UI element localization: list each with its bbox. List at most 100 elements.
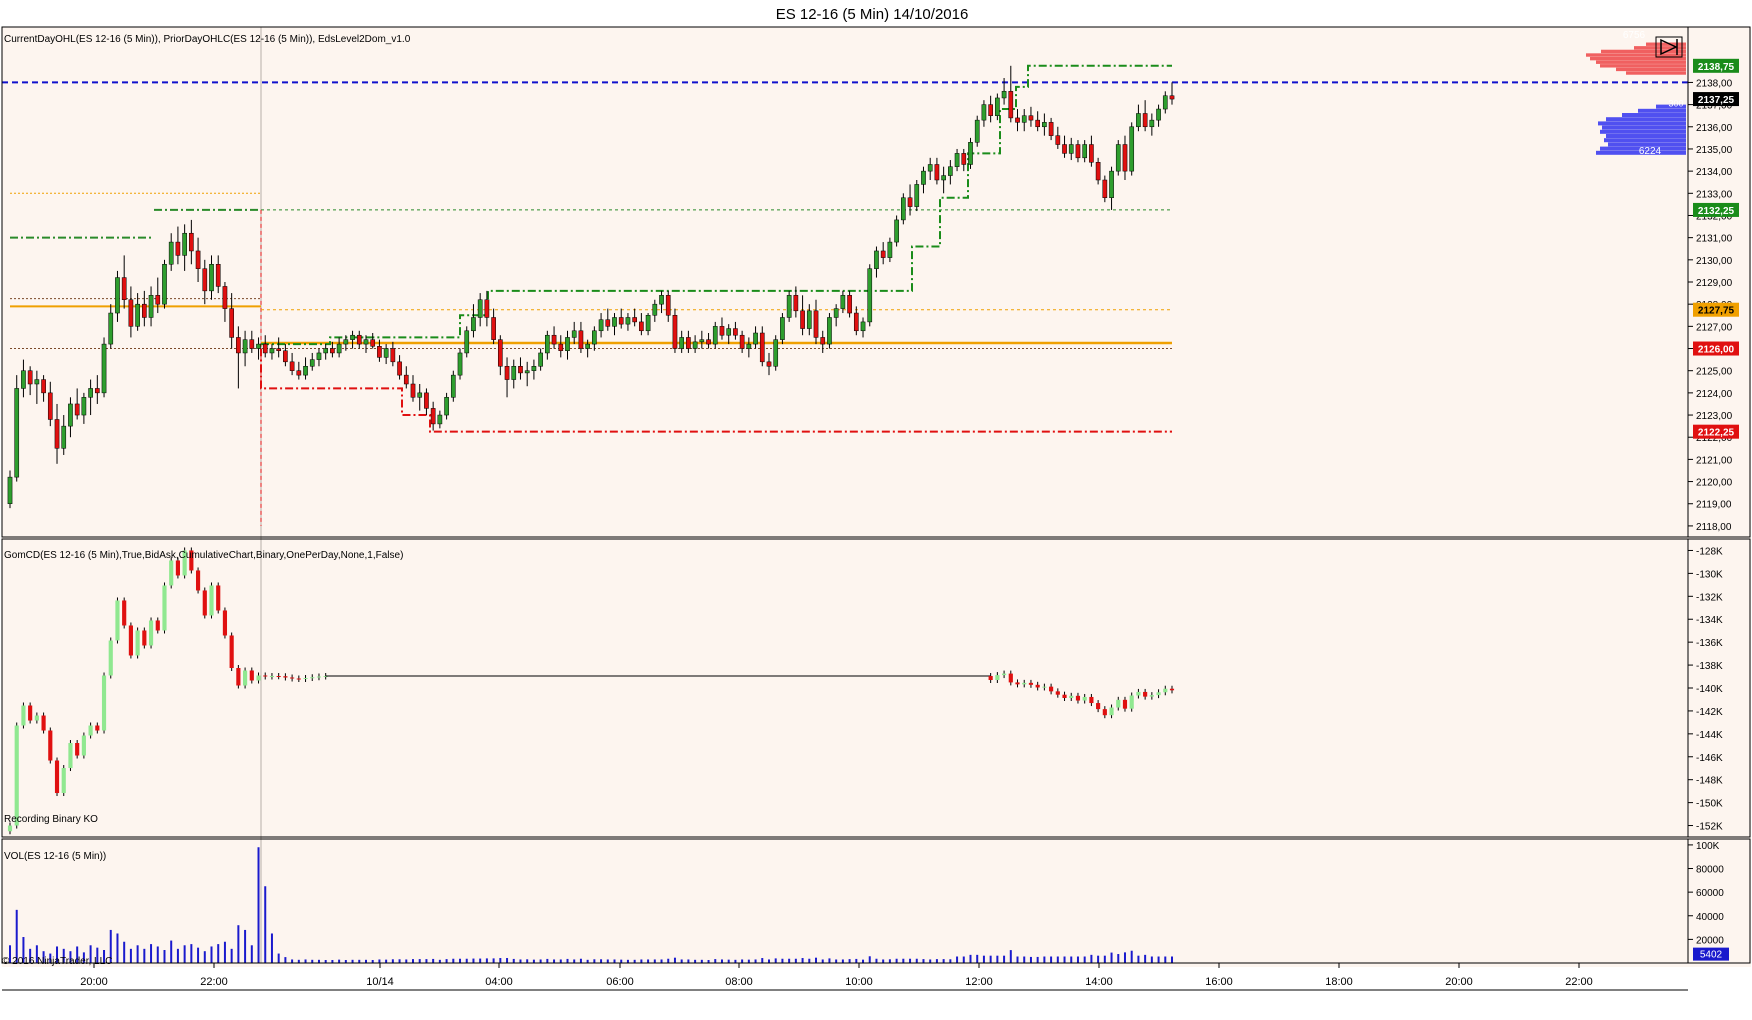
cd-tick-label: -148K (1696, 776, 1723, 787)
price-candle (699, 339, 705, 343)
cd-candle (162, 585, 167, 631)
price-candle (1042, 122, 1047, 128)
price-candle (14, 388, 20, 478)
price-candle (551, 334, 557, 345)
price-candle (484, 299, 490, 318)
cd-candle (310, 677, 315, 679)
price-candle (142, 303, 147, 318)
cd-candle (1163, 688, 1168, 693)
price-candle (578, 330, 584, 349)
cd-candle (169, 560, 174, 586)
dom-ask-bar (1600, 64, 1686, 68)
time-tick-label: 12:00 (965, 976, 993, 988)
price-label-text: 2122,25 (1698, 428, 1735, 439)
cd-candle (269, 675, 275, 677)
price-candle (880, 250, 886, 258)
price-candle (1122, 144, 1128, 172)
price-candle (464, 330, 470, 354)
cd-candle (14, 725, 19, 826)
cd-panel-title: GomCD(ES 12-16 (5 Min),True,BidAsk,Cumul… (4, 550, 403, 561)
cd-candle (135, 630, 140, 656)
price-candle (558, 343, 564, 351)
price-candle (618, 317, 624, 325)
price-candle (612, 317, 617, 327)
price-candle (1129, 126, 1135, 172)
time-tick-label: 04:00 (485, 976, 513, 988)
price-candle (135, 303, 140, 327)
price-candle (934, 164, 940, 181)
price-candle (645, 315, 651, 332)
price-candle (195, 250, 201, 269)
dom-ask-bar (1626, 71, 1686, 75)
price-candle (94, 388, 100, 394)
price-candle (222, 286, 228, 309)
price-candle (236, 337, 241, 354)
price-tick-label: 2121,00 (1696, 455, 1733, 466)
price-candle (504, 366, 510, 380)
dom-bid-bar (1598, 121, 1686, 126)
price-candle (545, 334, 550, 354)
cd-candle (1035, 684, 1040, 688)
price-candle (921, 170, 926, 185)
price-candle (1021, 115, 1027, 123)
price-candle (497, 339, 503, 367)
price-candle (61, 425, 67, 449)
cd-candle (108, 640, 113, 676)
volume-panel-title: VOL(ES 12-16 (5 Min)) (4, 851, 106, 862)
price-candle (34, 379, 40, 385)
dom-bid-bar (1622, 113, 1686, 118)
chart-canvas: ES 12-16 (5 Min) 14/10/2016 67563006224 … (0, 0, 1752, 1015)
price-candle (1115, 144, 1121, 172)
price-candle (981, 104, 987, 121)
price-candle (672, 315, 678, 349)
cd-candle (1129, 695, 1134, 709)
price-candle (894, 219, 899, 243)
price-candle (571, 330, 577, 338)
cd-candle (263, 675, 268, 677)
price-candle (1095, 162, 1101, 181)
price-candle (249, 339, 255, 349)
price-candle (739, 334, 745, 349)
cd-candle (243, 670, 248, 686)
price-candle (867, 268, 873, 323)
price-candle (444, 397, 449, 416)
price-tick-label: 2138,00 (1696, 78, 1733, 89)
price-candle (101, 343, 107, 394)
price-candle (1055, 135, 1061, 145)
price-candle (276, 348, 282, 351)
cd-tick-label: -132K (1696, 592, 1723, 603)
dom-bid-label: 6224 (1639, 146, 1662, 157)
price-candle (1068, 144, 1074, 154)
price-candle (330, 348, 335, 354)
cd-candle (229, 635, 234, 668)
price-candle (1048, 122, 1054, 136)
cd-tick-label: -130K (1696, 569, 1723, 580)
price-label-text: 2127,75 (1698, 306, 1735, 317)
cd-candle (216, 585, 221, 611)
cd-candle (995, 675, 1000, 681)
price-candle (491, 317, 496, 340)
price-label-text: 2138,75 (1698, 62, 1735, 73)
price-candle (383, 348, 389, 358)
price-candle (900, 197, 906, 221)
price-candle (21, 370, 26, 389)
price-candle (403, 374, 409, 385)
price-tick-label: 2123,00 (1696, 411, 1733, 422)
price-candle (148, 295, 154, 318)
price-candle (914, 184, 920, 207)
cd-tick-label: -136K (1696, 638, 1723, 649)
price-candle (874, 250, 879, 269)
price-candle (733, 328, 738, 336)
copyright-text: © 2016 NinjaTrader, LLC (2, 956, 112, 967)
price-candle (162, 264, 167, 305)
price-candle (1149, 119, 1155, 128)
time-tick-label: 20:00 (80, 976, 108, 988)
price-candle (1142, 113, 1148, 128)
price-candle (1008, 91, 1014, 119)
price-tick-label: 2135,00 (1696, 145, 1733, 156)
price-candle (128, 299, 134, 327)
price-tick-label: 2131,00 (1696, 234, 1733, 245)
cd-candle (249, 670, 254, 681)
cd-candle (155, 620, 160, 631)
price-panel-title: CurrentDayOHL(ES 12-16 (5 Min)), PriorDa… (4, 34, 411, 45)
